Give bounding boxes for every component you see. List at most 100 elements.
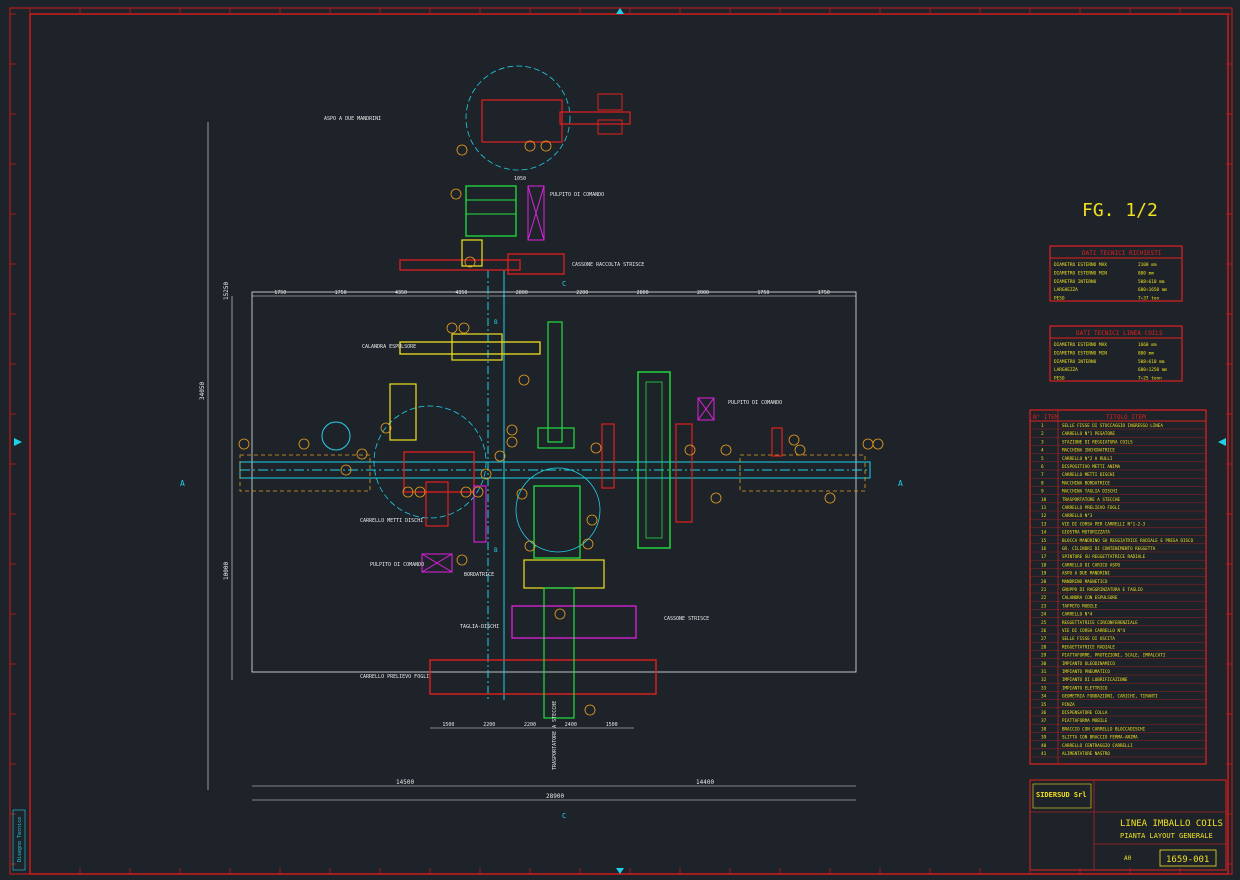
table-row-label: DIAMETRO INTERNO [1054, 279, 1097, 285]
item-number: 37 [1041, 718, 1047, 724]
item-balloon [554, 608, 566, 620]
cassone-box [507, 253, 565, 275]
item-title: CARRELLO N°4 [1062, 612, 1093, 617]
item-number: 18 [1041, 562, 1047, 568]
green-tower-base [537, 427, 575, 449]
items-table-rows: 1 SELLE FISSE DI STOCCAGGIO INGRESSO LINE… [1030, 423, 1206, 758]
fig-label: FG. 1/2 [1082, 200, 1158, 221]
table-row-value: 2100 mm [1138, 262, 1157, 268]
item-number: 10 [1041, 497, 1047, 503]
right-center-arrow [1218, 438, 1226, 446]
item-title: IMPIANTO DI LUBRIFICAZIONE [1062, 677, 1128, 682]
item-balloon [456, 144, 468, 156]
table-row-value: 7÷25 tonn [1138, 376, 1162, 382]
item-number: 4 [1041, 448, 1044, 454]
item-balloon [518, 374, 530, 386]
drawing-sheet: Disegno Tecnico A A C C B B ASPO A DUE M… [9, 7, 1233, 875]
item-balloon [458, 322, 470, 334]
section-a-right: A [898, 479, 903, 488]
dim-1050: 1050 [514, 176, 526, 182]
dimension-value: 2800 [516, 290, 528, 296]
item-number: 2 [1041, 431, 1044, 437]
conveyor-dashed-right [739, 454, 866, 492]
left-center-arrow [14, 438, 22, 446]
item-number: 20 [1041, 579, 1047, 585]
item-number: 19 [1041, 571, 1047, 577]
section-c-top: C [562, 280, 566, 288]
item-balloon [238, 438, 250, 450]
item-title: DISPOSITIVO METTI ANIMA [1062, 464, 1120, 469]
table-dati-richiesti-title: DATI TECNICI RICHIESTI [1082, 250, 1162, 257]
dimension-value: 2000 [697, 290, 709, 296]
item-number: 6 [1041, 464, 1044, 470]
dim-left-upper: 15250 [223, 282, 230, 300]
dimension-value: 1500 [606, 722, 618, 728]
item-number: 40 [1041, 743, 1047, 749]
item-number: 17 [1041, 554, 1047, 560]
frame-tick-marks [10, 8, 1232, 874]
item-title: MACCHINA BORDATRICE [1062, 480, 1110, 485]
item-title: PIATTAFORMA MOBILE [1062, 718, 1108, 723]
section-b-upper: B [494, 319, 498, 326]
cassone-bar [399, 259, 521, 271]
item-title: ASPO A DUE MANDRINI [1062, 571, 1110, 576]
aspo-arm [559, 111, 631, 125]
item-balloon [356, 448, 368, 460]
title-block: SIDERSUD Srl LINEA IMBALLO COILS PIANTA … [1029, 779, 1227, 871]
item-title: IMPIANTO PNEUMATICO [1062, 669, 1110, 674]
item-balloon [824, 492, 836, 504]
item-balloon [450, 188, 462, 200]
item-balloon [710, 492, 722, 504]
item-title: BLOCCA MANDRINO SU REGGIATRICE RADIALE E… [1062, 538, 1194, 543]
item-number: 30 [1041, 661, 1047, 667]
item-title: CALANDRA CON ESPULSORE [1062, 595, 1118, 600]
table-row-value: 508÷610 mm [1138, 359, 1165, 365]
item-title: SPINTORE SU REGGETTATRICE RADIALE [1062, 554, 1146, 559]
item-number: 8 [1041, 480, 1044, 486]
drawing-number: 1659-001 [1166, 855, 1209, 865]
bottom-center-arrow [616, 868, 624, 874]
label-cassone: CASSONE RACCOLTA STRISCE [572, 262, 644, 268]
item-balloon [584, 704, 596, 716]
table-row-label: DIAMETRO ESTERNO MAX [1054, 262, 1107, 268]
item-title: CARRELLO N°2 A RULLI [1062, 456, 1113, 461]
dim-left-total-1: 34050 [199, 382, 206, 400]
aspo-machine [481, 99, 563, 143]
label-trasportatore: TRASPORTATORE A STECCHE [552, 701, 558, 770]
dim-left-total-2: 10000 [223, 562, 230, 580]
inner-frame [29, 13, 1229, 875]
table-dati-richiesti-rows: DIAMETRO ESTERNO MAX 2100 mm DIAMETRO ESTE… [1054, 262, 1167, 302]
table-row-value: 600÷1650 mm [1138, 287, 1167, 293]
item-balloon [586, 514, 598, 526]
dimension-value: 2200 [524, 722, 536, 728]
item-balloon [516, 488, 528, 500]
item-balloon [582, 538, 594, 550]
label-pulpito-1: PULPITO DI COMANDO [550, 192, 604, 198]
item-title: PINZA [1062, 702, 1075, 707]
item-title: IMPIANTO ELETTRICO [1062, 685, 1108, 690]
label-pulpito-2: PULPITO DI COMANDO [728, 400, 782, 406]
green-machine-top [465, 185, 517, 237]
item-title: TAPPETO MOBILE [1062, 603, 1098, 608]
item-title: REGGETTATRICE RADIALE [1062, 644, 1115, 649]
item-title: SELLE FISSE DI STOCCAGGIO INGRESSO LINEA [1062, 423, 1163, 428]
section-c-bottom: C [562, 812, 566, 820]
side-stamp-text: Disegno Tecnico [17, 817, 23, 862]
drawing-subtitle: PIANTA LAYOUT GENERALE [1120, 832, 1213, 840]
item-number: 36 [1041, 710, 1047, 716]
item-title: DISPENSATORE COLLA [1062, 710, 1108, 715]
item-balloon [872, 438, 884, 450]
item-number: 39 [1041, 735, 1047, 741]
dimension-value: 2200 [576, 290, 588, 296]
item-title: MANDRINO MAGNETICO [1062, 579, 1108, 584]
dim-bottom-values: 1500 2200 2200 2400 1500 [442, 722, 617, 728]
section-b-lower: B [494, 547, 498, 554]
item-number: 26 [1041, 628, 1047, 634]
green-tower [547, 321, 563, 443]
item-number: 23 [1041, 603, 1047, 609]
aspo-box-2 [597, 119, 623, 135]
table-row-label: LARGHEZZA [1054, 287, 1078, 293]
item-title: REGGETTATRICE CIRCONFERENZIALE [1062, 620, 1138, 625]
label-pulpito-3: PULPITO DI COMANDO [370, 562, 424, 568]
magenta-left [473, 485, 487, 543]
